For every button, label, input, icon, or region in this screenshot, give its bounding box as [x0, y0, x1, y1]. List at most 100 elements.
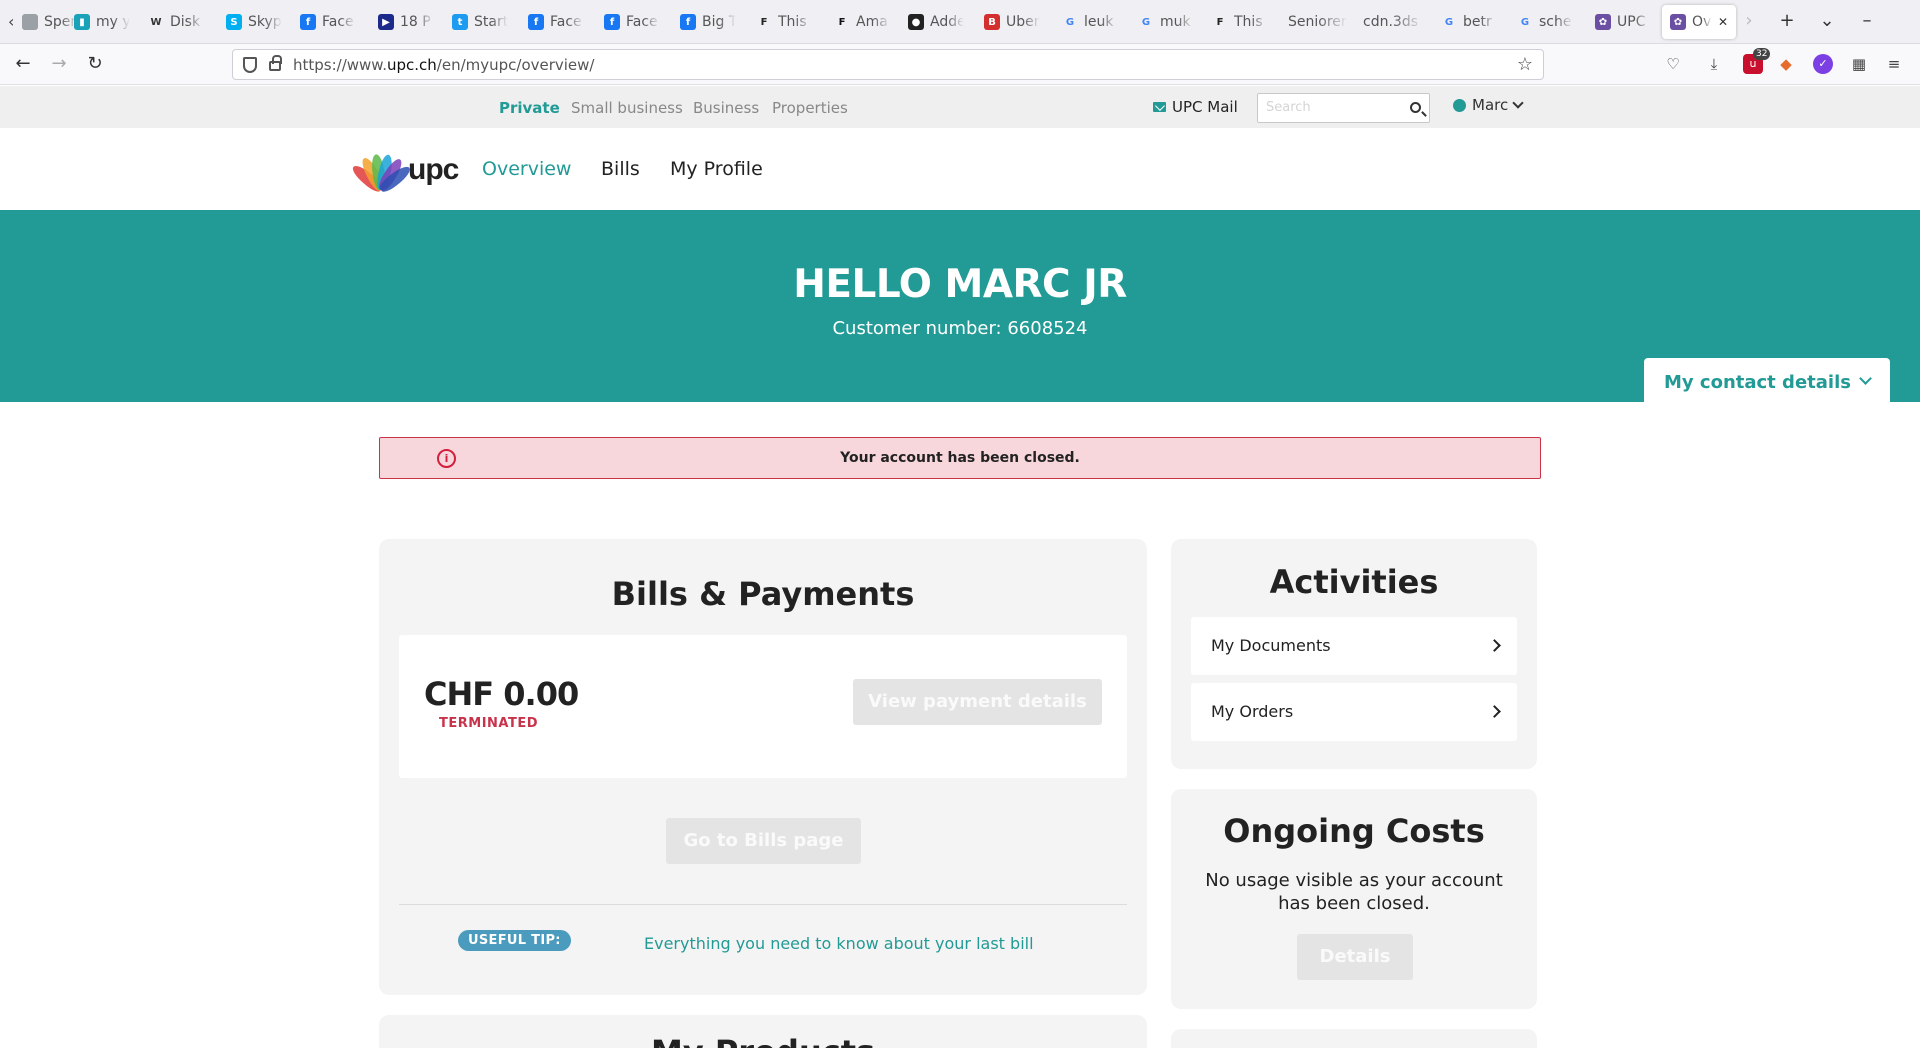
browser-tab[interactable]: F This	[1212, 8, 1268, 36]
bills-payments-title: Bills & Payments	[611, 575, 915, 613]
tracking-protection-icon[interactable]	[243, 57, 257, 73]
segment-properties[interactable]: Properties	[772, 99, 848, 117]
purple-extension-icon[interactable]: ✓	[1813, 54, 1833, 74]
balance-panel: CHF 0.00 TERMINATED View payment details	[399, 635, 1127, 778]
segment-private[interactable]: Private	[499, 99, 560, 117]
browser-tab[interactable]: Gbetr	[1441, 8, 1497, 36]
browser-tab-label: Ama	[856, 14, 888, 30]
my-orders-link[interactable]: My Orders	[1191, 683, 1517, 741]
browser-tab[interactable]: ▮ my y	[74, 8, 130, 36]
new-tab-icon[interactable]: +	[1776, 10, 1798, 31]
downloads-icon[interactable]: ⤓	[1704, 54, 1724, 74]
lock-icon[interactable]	[269, 55, 282, 71]
address-bar[interactable]: https://www.upc.ch/en/myupc/overview/ ☆	[232, 49, 1544, 80]
browser-tab[interactable]: F This	[756, 8, 812, 36]
details-button[interactable]: Details	[1297, 934, 1413, 980]
search-icon[interactable]	[1410, 102, 1421, 113]
browser-tab[interactable]: ✿ Ov ✕	[1662, 5, 1737, 39]
forward-icon[interactable]: →	[48, 53, 70, 75]
nav-my-profile[interactable]: My Profile	[670, 158, 763, 180]
google-icon: G	[1065, 16, 1075, 28]
upc-logo[interactable]: upc	[349, 146, 459, 195]
contact-details-toggle[interactable]: My contact details	[1644, 358, 1890, 402]
browser-tab[interactable]: cdn.3ds	[1363, 8, 1423, 36]
ublock-icon[interactable]: u 32	[1743, 48, 1771, 74]
bookmark-star-icon[interactable]: ☆	[1517, 54, 1533, 75]
ongoing-costs-card: Ongoing Costs No usage visible as your a…	[1171, 789, 1537, 1009]
my-documents-link[interactable]: My Documents	[1191, 617, 1517, 675]
github-icon: ●	[908, 14, 924, 30]
search-input[interactable]	[1266, 100, 1406, 115]
browser-tab-label: Skyp	[248, 14, 282, 30]
browser-tab[interactable]: ▶ 18 P	[378, 8, 434, 36]
tab-scroll-right-icon[interactable]: ›	[1738, 10, 1760, 31]
browser-tab[interactable]: ● Adde	[908, 8, 964, 36]
browser-tab-label: This	[1234, 14, 1263, 30]
google-icon: G	[1520, 16, 1530, 28]
browser-tab[interactable]: f Face	[300, 8, 356, 36]
my-products-title: My Products	[379, 1033, 1147, 1048]
browser-tab[interactable]: S Skyp	[226, 8, 282, 36]
browser-navigation-bar: ← → ↻ https://www.upc.ch/en/myupc/overvi…	[0, 44, 1920, 85]
search-box[interactable]	[1257, 93, 1430, 123]
my-products-card: My Products	[379, 1015, 1147, 1048]
browser-tab[interactable]: Gmuk	[1138, 8, 1194, 36]
user-menu[interactable]: Marc	[1453, 96, 1524, 114]
alert-message: Your account has been closed.	[840, 450, 1080, 466]
bar-chart-icon: ▮	[74, 14, 90, 30]
contact-details-label: My contact details	[1664, 372, 1851, 393]
browser-tab[interactable]: Sper	[22, 8, 78, 36]
minimize-window-icon[interactable]: –	[1847, 10, 1887, 31]
google-icon: G	[1444, 16, 1454, 28]
google-icon: G	[1141, 16, 1151, 28]
browser-tab-label: Seniorer	[1288, 14, 1347, 30]
nav-bills[interactable]: Bills	[601, 158, 640, 180]
upc-mail-label: UPC Mail	[1172, 98, 1238, 116]
customer-number: Customer number: 6608524	[832, 318, 1088, 339]
upc-logo-text: upc	[408, 153, 459, 186]
chevron-down-icon	[1512, 97, 1524, 109]
browser-tab[interactable]: ✿ UPC	[1595, 8, 1651, 36]
segment-business[interactable]: Business	[693, 99, 759, 117]
nav-overview[interactable]: Overview	[482, 158, 571, 180]
fx-icon: F	[1216, 16, 1224, 28]
browser-tab-label: Start	[474, 14, 508, 30]
user-icon	[1453, 98, 1466, 112]
pocket-icon[interactable]: ♡	[1663, 54, 1683, 74]
browser-tab[interactable]: Seniorer	[1288, 8, 1348, 36]
upc-mail-link[interactable]: UPC Mail	[1153, 98, 1238, 116]
list-all-tabs-icon[interactable]: ⌄	[1816, 10, 1838, 31]
browser-tab[interactable]: F Ama	[834, 8, 890, 36]
reload-icon[interactable]: ↻	[84, 53, 106, 75]
megaphone-extension-icon[interactable]: ◆	[1776, 54, 1796, 74]
my-orders-label: My Orders	[1211, 702, 1294, 721]
f-icon: F	[838, 16, 846, 28]
extension-icon[interactable]: ▦	[1849, 54, 1869, 74]
browser-tab-label: Über	[1006, 14, 1040, 30]
browser-tab[interactable]: Gsche	[1517, 8, 1573, 36]
last-bill-tip-link[interactable]: Everything you need to know about your l…	[644, 934, 1034, 953]
close-tab-icon[interactable]: ✕	[1718, 15, 1728, 29]
browser-tab[interactable]: f Big T	[680, 8, 736, 36]
browser-tab-label: sche	[1539, 14, 1572, 30]
ongoing-costs-title: Ongoing Costs	[1223, 812, 1485, 850]
play-icon: ▶	[378, 14, 394, 30]
account-closed-alert: i Your account has been closed.	[379, 437, 1541, 479]
my-documents-label: My Documents	[1211, 636, 1331, 655]
chevron-right-icon	[1488, 705, 1501, 718]
view-payment-details-button[interactable]: View payment details	[853, 679, 1102, 725]
segment-small-business[interactable]: Small business	[571, 99, 683, 117]
browser-tab[interactable]: t Start	[452, 8, 508, 36]
browser-tab[interactable]: B Über	[984, 8, 1040, 36]
menu-icon[interactable]: ≡	[1884, 54, 1904, 74]
back-icon[interactable]: ←	[12, 53, 34, 75]
browser-tab[interactable]: f Face	[604, 8, 660, 36]
browser-tab[interactable]: f Face	[528, 8, 584, 36]
browser-tab-label: leuk	[1084, 14, 1114, 30]
mail-icon	[1153, 102, 1166, 112]
browser-tab[interactable]: W Disk	[148, 8, 204, 36]
browser-tab[interactable]: Gleuk	[1062, 8, 1118, 36]
facebook-icon: f	[528, 14, 544, 30]
url-text[interactable]: https://www.upc.ch/en/myupc/overview/	[293, 56, 595, 74]
go-to-bills-button[interactable]: Go to Bills page	[666, 818, 861, 864]
